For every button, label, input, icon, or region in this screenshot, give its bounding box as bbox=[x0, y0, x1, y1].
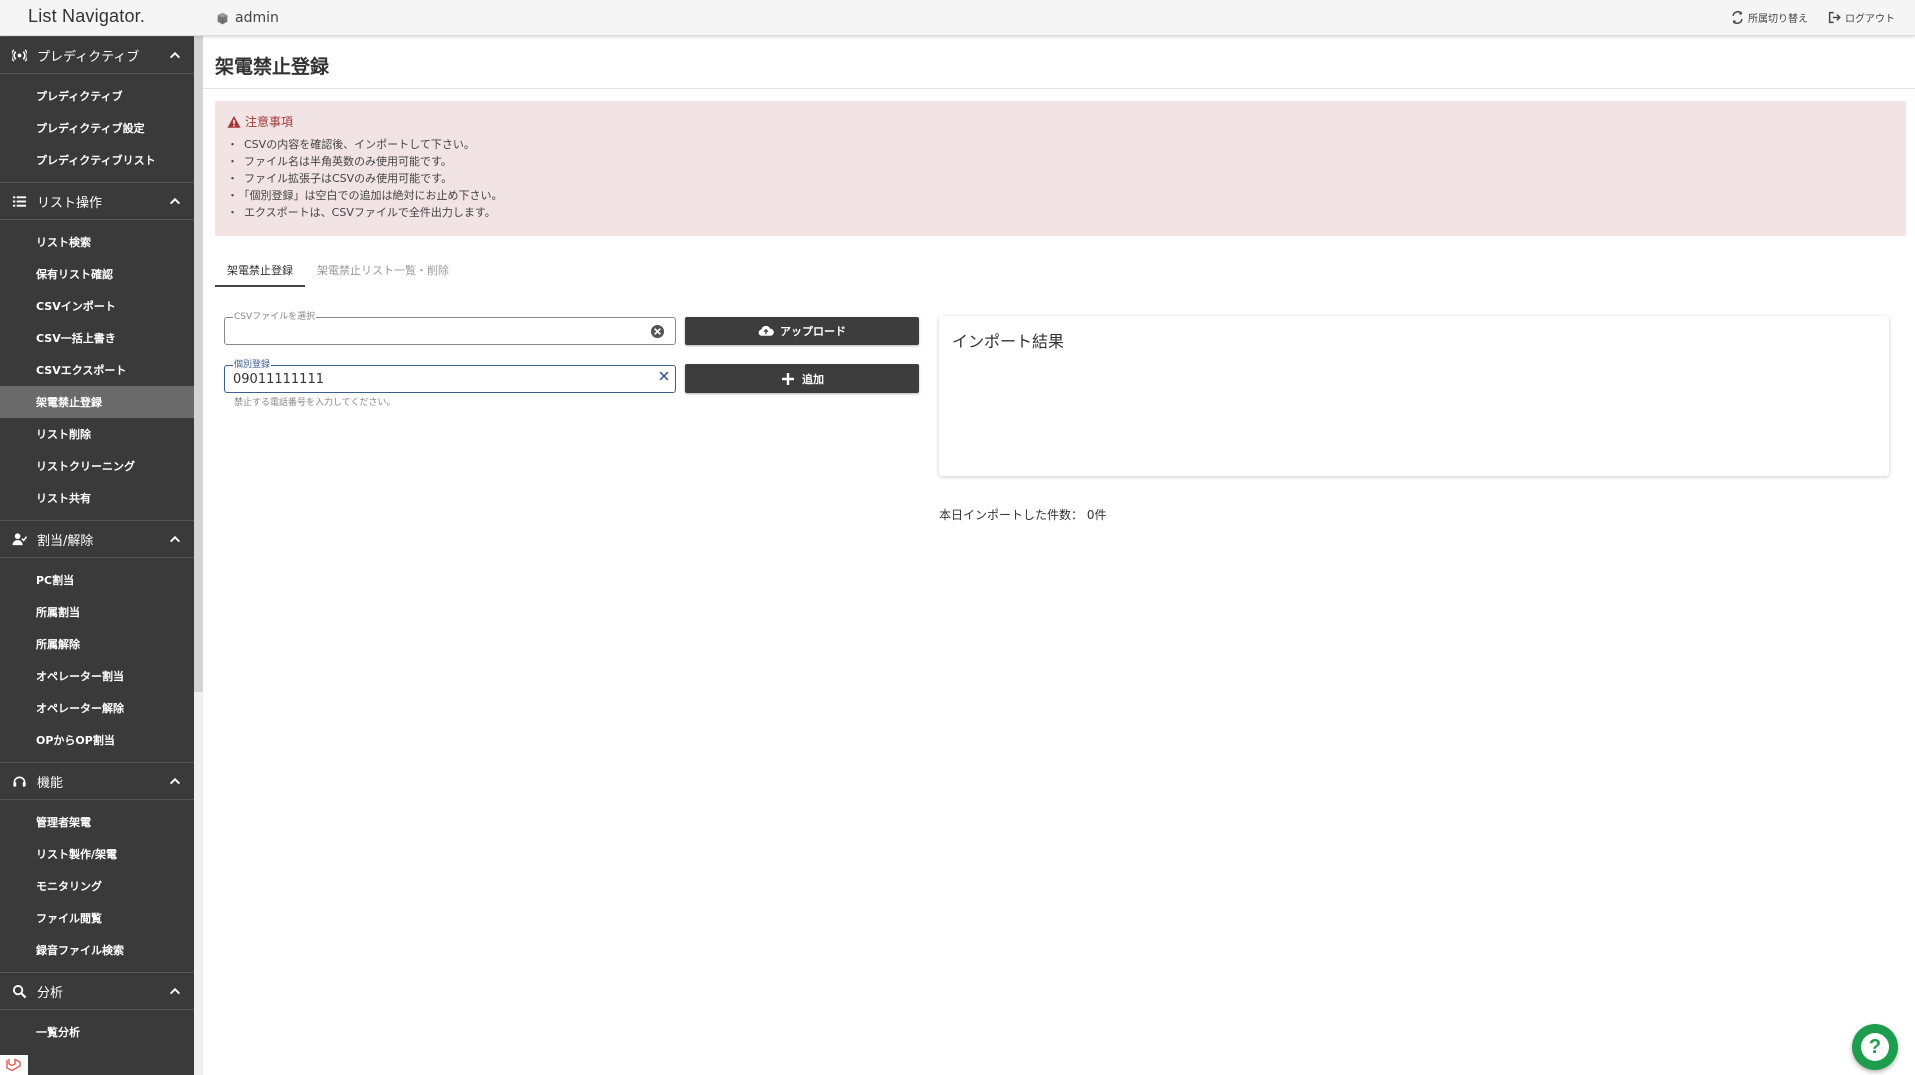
sidebar-section-header[interactable]: 機能 bbox=[0, 762, 194, 800]
import-count-label: 本日インポートした件数： bbox=[939, 508, 1084, 522]
help-button[interactable]: ? bbox=[1852, 1024, 1898, 1070]
tab-list-delete[interactable]: 架電禁止リスト一覧・削除 bbox=[305, 257, 461, 287]
sidebar-item[interactable]: PC割当 bbox=[0, 564, 194, 596]
question-icon: ? bbox=[1861, 1033, 1889, 1061]
sidebar-section-title: 分析 bbox=[37, 985, 64, 1001]
logout-label: ログアウト bbox=[1845, 14, 1895, 25]
sidebar-section-title: リスト操作 bbox=[37, 195, 103, 211]
sidebar-item[interactable]: リスト製作/架電 bbox=[0, 838, 194, 870]
notice-item: 「個別登録」は空白での追加は絶対にお止め下さい。 bbox=[227, 187, 1894, 204]
sidebar-item[interactable]: リスト削除 bbox=[0, 418, 194, 450]
import-count: 本日インポートした件数： 0件 bbox=[939, 506, 1106, 523]
headset-icon bbox=[10, 772, 28, 790]
sidebar-item[interactable]: OPからOP割当 bbox=[0, 724, 194, 756]
tab-bar: 架電禁止登録 架電禁止リスト一覧・削除 bbox=[215, 257, 461, 287]
brand-logo[interactable]: List Navigator. bbox=[28, 6, 145, 27]
sidebar-item[interactable]: 架電禁止登録 bbox=[0, 386, 194, 418]
sidebar-section-title: プレディクティブ bbox=[37, 49, 140, 65]
main-content: 架電禁止登録 注意事項 CSVの内容を確認後、インポートして下さい。 ファイル名… bbox=[203, 36, 1915, 1075]
upload-button[interactable]: アップロード bbox=[685, 317, 919, 345]
import-result-card: インポート結果 bbox=[939, 316, 1889, 476]
chevron-up-icon[interactable] bbox=[168, 194, 182, 208]
top-bar: List Navigator. admin 所属切り替え ログアウト bbox=[0, 0, 1915, 36]
tab-registration[interactable]: 架電禁止登録 bbox=[215, 257, 305, 287]
single-registration-input[interactable]: 個別登録 09011111111 bbox=[224, 359, 676, 393]
sidebar-item[interactable]: モニタリング bbox=[0, 870, 194, 902]
single-registration-value[interactable]: 09011111111 bbox=[233, 372, 324, 387]
sidebar-section-list: PC割当 所属割当 所属解除 オペレーター割当 オペレーター解除 OPからOP割当 bbox=[0, 558, 194, 762]
single-registration-label: 個別登録 bbox=[233, 359, 272, 371]
sidebar-section-header[interactable]: プレディクティブ bbox=[0, 36, 194, 74]
notice-box: 注意事項 CSVの内容を確認後、インポートして下さい。 ファイル名は半角英数のみ… bbox=[215, 101, 1906, 236]
framework-logo bbox=[0, 1055, 28, 1075]
sidebar-section-header[interactable]: リスト操作 bbox=[0, 182, 194, 220]
user-check-icon bbox=[10, 530, 28, 548]
sidebar-section-title: 割当/解除 bbox=[37, 533, 94, 549]
sidebar-item[interactable]: ファイル閲覧 bbox=[0, 902, 194, 934]
upload-button-label: アップロード bbox=[780, 325, 846, 338]
title-divider bbox=[203, 88, 1915, 89]
switch-affiliation-button[interactable]: 所属切り替え bbox=[1731, 10, 1808, 25]
sidebar-item[interactable]: オペレーター解除 bbox=[0, 692, 194, 724]
sidebar-item[interactable]: 一覧分析 bbox=[0, 1016, 194, 1048]
clear-circle-icon[interactable] bbox=[650, 324, 665, 339]
import-count-value: 0件 bbox=[1086, 508, 1107, 522]
sidebar-section-list: 管理者架電 リスト製作/架電 モニタリング ファイル閲覧 録音ファイル検索 bbox=[0, 800, 194, 972]
sidebar-item[interactable]: 管理者架電 bbox=[0, 806, 194, 838]
broadcast-icon bbox=[10, 46, 28, 64]
sidebar-section-header[interactable]: 割当/解除 bbox=[0, 520, 194, 558]
laravel-icon bbox=[6, 1058, 21, 1072]
import-result-title: インポート結果 bbox=[952, 332, 1065, 351]
notice-item: エクスポートは、CSVファイルで全件出力します。 bbox=[227, 204, 1894, 221]
refresh-icon bbox=[1732, 11, 1743, 24]
logout-icon bbox=[1828, 11, 1841, 24]
csv-file-label: CSVファイルを選択 bbox=[233, 311, 317, 323]
sidebar-item[interactable]: リスト共有 bbox=[0, 482, 194, 514]
sidebar-section-header[interactable]: 分析 bbox=[0, 972, 194, 1010]
page-title: 架電禁止登録 bbox=[215, 56, 330, 78]
sidebar-item[interactable]: リストクリーニング bbox=[0, 450, 194, 482]
chevron-up-icon[interactable] bbox=[168, 984, 182, 998]
sidebar-item[interactable]: CSVインポート bbox=[0, 290, 194, 322]
notice-item: CSVの内容を確認後、インポートして下さい。 bbox=[227, 136, 1894, 153]
phone-hint: 禁止する電話番号を入力してください。 bbox=[234, 398, 396, 408]
plus-icon bbox=[782, 372, 794, 385]
sidebar-item[interactable]: オペレーター割当 bbox=[0, 660, 194, 692]
sidebar-section-list: 一覧分析 bbox=[0, 1010, 194, 1054]
user-name: admin bbox=[235, 10, 279, 26]
cloud-upload-icon bbox=[758, 325, 774, 336]
logout-button[interactable]: ログアウト bbox=[1828, 10, 1895, 25]
notice-heading: 注意事項 bbox=[245, 115, 294, 129]
add-button-label: 追加 bbox=[802, 372, 824, 386]
sidebar-item[interactable]: 所属解除 bbox=[0, 628, 194, 660]
chevron-up-icon[interactable] bbox=[168, 774, 182, 788]
sidebar-item[interactable]: プレディクティブ設定 bbox=[0, 112, 194, 144]
sidebar-item[interactable]: 保有リスト確認 bbox=[0, 258, 194, 290]
user-indicator: admin bbox=[216, 10, 279, 26]
sidebar-section-title: 機能 bbox=[37, 775, 64, 791]
close-icon[interactable] bbox=[657, 369, 671, 383]
add-button[interactable]: 追加 bbox=[685, 364, 919, 393]
sidebar-section-list: リスト検索 保有リスト確認 CSVインポート CSV一括上書き CSVエクスポート 架電禁… bbox=[0, 220, 194, 520]
warning-icon bbox=[227, 115, 241, 128]
sidebar: プレディクティブ プレディクティブ プレディクティブ設定 プレディクティブリスト リスト… bbox=[0, 36, 194, 1075]
csv-file-input[interactable]: CSVファイルを選択 bbox=[224, 311, 676, 345]
sidebar-item[interactable]: リスト検索 bbox=[0, 226, 194, 258]
list-icon bbox=[10, 192, 28, 210]
sidebar-scrollbar[interactable] bbox=[194, 36, 203, 692]
sidebar-item[interactable]: CSVエクスポート bbox=[0, 354, 194, 386]
sidebar-section-list: プレディクティブ プレディクティブ設定 プレディクティブリスト bbox=[0, 74, 194, 182]
sidebar-item[interactable]: プレディクティブリスト bbox=[0, 144, 194, 176]
switch-affiliation-label: 所属切り替え bbox=[1748, 14, 1808, 25]
sidebar-item[interactable]: プレディクティブ bbox=[0, 80, 194, 112]
sidebar-item[interactable]: 録音ファイル検索 bbox=[0, 934, 194, 966]
notice-item: ファイル拡張子はCSVのみ使用可能です。 bbox=[227, 170, 1894, 187]
chevron-up-icon[interactable] bbox=[168, 532, 182, 546]
cube-icon bbox=[217, 12, 228, 24]
sidebar-item[interactable]: 所属割当 bbox=[0, 596, 194, 628]
notice-item: ファイル名は半角英数のみ使用可能です。 bbox=[227, 153, 1894, 170]
chevron-up-icon[interactable] bbox=[168, 48, 182, 62]
sidebar-item[interactable]: CSV一括上書き bbox=[0, 322, 194, 354]
search-icon bbox=[10, 982, 28, 1000]
